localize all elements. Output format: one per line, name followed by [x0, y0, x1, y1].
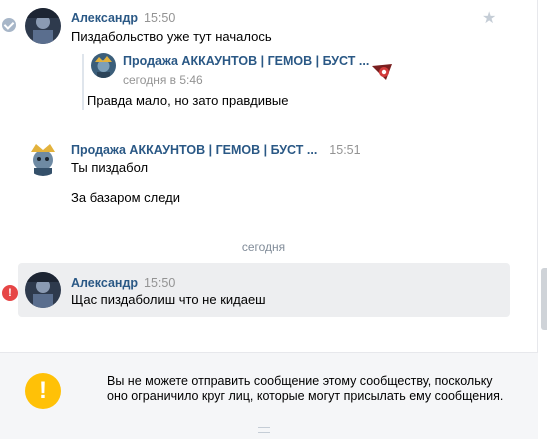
star-icon[interactable]: ★: [482, 8, 496, 28]
forward-avatar[interactable]: [91, 53, 116, 78]
composer-notice: ! Вы не можете отправить сообщение этому…: [0, 352, 538, 439]
message-text-line-2: За базаром следи: [71, 190, 181, 205]
notice-text: Вы не можете отправить сообщение этому с…: [107, 374, 504, 403]
author-name[interactable]: Александр: [71, 11, 138, 25]
scrollbar-thumb[interactable]: [541, 268, 547, 330]
scrollbar-track[interactable]: [537, 0, 547, 438]
message-3[interactable]: Александр 15:50 Щас пиздаболиш что не кид…: [18, 263, 510, 317]
message-time[interactable]: 15:50: [144, 11, 175, 25]
forward-bar: [82, 54, 84, 110]
avatar[interactable]: [25, 140, 61, 176]
avatar[interactable]: [25, 8, 61, 44]
message-text: Щас пиздаболиш что не кидаеш: [71, 292, 266, 307]
message-time[interactable]: 15:51: [329, 143, 360, 157]
message-time[interactable]: 15:50: [144, 276, 175, 290]
date-divider: сегодня: [241, 240, 286, 254]
resize-grip-icon[interactable]: [258, 427, 270, 433]
forward-text: Правда мало, но зато правдивые: [87, 93, 289, 108]
avatar[interactable]: [25, 272, 61, 308]
author-name[interactable]: Продажа АККАУНТОВ | ГЕМОВ | БУСТ ...: [71, 143, 317, 157]
selected-check-icon[interactable]: [0, 16, 18, 34]
warning-icon: !: [25, 373, 61, 409]
author-name[interactable]: Александр: [71, 276, 138, 290]
error-icon[interactable]: !: [0, 283, 20, 303]
sticker-icon: [370, 60, 396, 86]
forward-author[interactable]: Продажа АККАУНТОВ | ГЕМОВ | БУСТ ...: [123, 54, 369, 68]
message-text-line-1: Ты пиздабол: [71, 160, 149, 175]
forward-time[interactable]: сегодня в 5:46: [123, 73, 203, 87]
message-text: Пиздабольство уже тут началось: [71, 29, 272, 44]
